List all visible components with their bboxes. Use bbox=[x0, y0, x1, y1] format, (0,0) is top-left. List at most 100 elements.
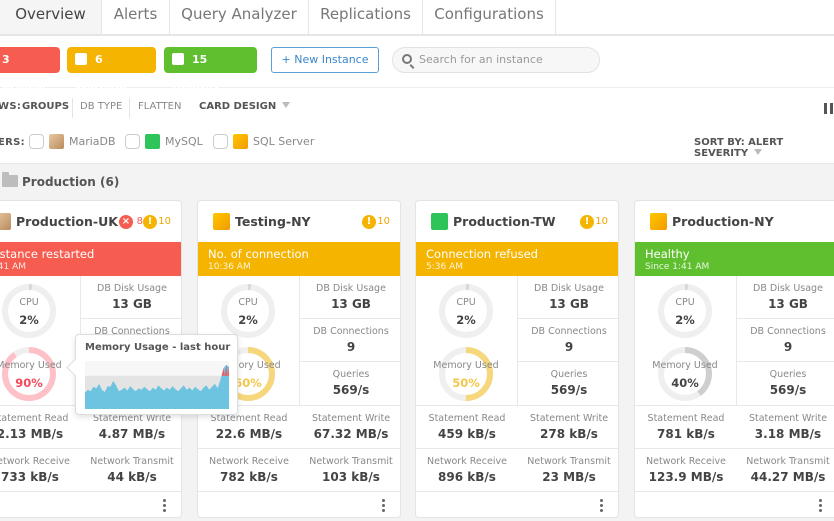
tab-replications[interactable]: Replications bbox=[309, 0, 423, 34]
cpu-gauge[interactable]: CPU 2% bbox=[649, 281, 721, 341]
alert-title: Instance restarted bbox=[0, 247, 95, 261]
metric-value: 123.9 MB/s bbox=[648, 470, 724, 484]
disk-usage-metric: DB Disk Usage 13 GB bbox=[518, 276, 618, 319]
memory-usage-tooltip: Memory Usage - last hour bbox=[75, 334, 238, 415]
view-option-groups[interactable]: GROUPS bbox=[22, 101, 69, 112]
cpu-label: CPU bbox=[19, 297, 39, 308]
queries-metric: Queries 569/s bbox=[518, 362, 618, 405]
alert-title: No. of connection bbox=[208, 247, 309, 261]
tab-configurations[interactable]: Configurations bbox=[423, 0, 556, 34]
network-metrics-row: Network Receive 896 kB/s Network Transmi… bbox=[416, 448, 618, 491]
metric-value: 9 bbox=[346, 340, 356, 354]
memory-donut-arc bbox=[2, 347, 56, 401]
metric-value: 569/s bbox=[550, 383, 588, 397]
cpu-value: 2% bbox=[19, 313, 39, 327]
cpu-gauge[interactable]: CPU 2% bbox=[0, 281, 65, 341]
alert-time: 10:36 AM bbox=[208, 262, 251, 272]
instance-name[interactable]: Production-TW bbox=[453, 214, 556, 229]
tab-overview[interactable]: Overview bbox=[0, 0, 102, 34]
divider bbox=[72, 98, 73, 118]
metric-value: 733 kB/s bbox=[1, 470, 59, 484]
network-receive-metric: Network Receive 896 kB/s bbox=[416, 449, 518, 492]
metric-label: Queries bbox=[550, 369, 588, 380]
memory-value: 90% bbox=[15, 376, 43, 390]
card-design-dropdown[interactable]: CARD DESIGN bbox=[199, 101, 291, 112]
metric-value: 3.18 MB/s bbox=[754, 427, 822, 441]
metric-label: Statement Read bbox=[0, 413, 69, 424]
metric-value: 103 kB/s bbox=[322, 470, 380, 484]
search-input[interactable]: Search for an instance bbox=[392, 47, 600, 73]
metric-label: Statement Write bbox=[311, 413, 391, 424]
memory-label: Memory Used bbox=[433, 360, 499, 371]
cpu-label: CPU bbox=[675, 297, 695, 308]
cpu-label: CPU bbox=[456, 297, 476, 308]
more-options-icon[interactable] bbox=[163, 499, 167, 513]
cpu-value: 2% bbox=[675, 313, 695, 327]
alert-banner[interactable]: Healthy Since 1:41 AM bbox=[635, 242, 834, 276]
memory-gauge[interactable]: Memory Used 50% bbox=[430, 344, 502, 404]
memory-gauge[interactable]: Memory Used 40% bbox=[649, 344, 721, 404]
cpu-gauge[interactable]: CPU 2% bbox=[430, 281, 502, 341]
filter-checkbox-mariadb[interactable] bbox=[29, 134, 44, 149]
new-instance-button[interactable]: + New Instance bbox=[271, 47, 379, 73]
statement-write-metric: Statement Write 67.32 MB/s bbox=[300, 406, 400, 449]
healthy-checkbox[interactable] bbox=[172, 53, 184, 65]
gauges-column: CPU 2% Memory Used 40% bbox=[635, 276, 737, 405]
more-options-icon[interactable] bbox=[819, 499, 823, 513]
card-header: Production-UK × 8! 10 bbox=[0, 201, 181, 242]
warning-alert-icon: ! bbox=[580, 215, 594, 229]
statement-metrics-row: Statement Read 459 kB/s Statement Write … bbox=[416, 405, 618, 448]
memory-gauge[interactable]: Memory Used 90% bbox=[0, 344, 65, 404]
metric-label: Network Transmit bbox=[309, 456, 393, 467]
card-header: Production-NY bbox=[635, 201, 834, 242]
warning-checkbox[interactable] bbox=[75, 53, 87, 65]
metric-label: Network Receive bbox=[0, 456, 70, 467]
tab-query-analyzer[interactable]: Query Analyzer bbox=[170, 0, 309, 34]
instance-card[interactable]: Production-TW ! 10 Connection refused 5:… bbox=[415, 200, 619, 518]
metric-value: 44.27 MB/s bbox=[750, 470, 826, 484]
group-title: Production (6) bbox=[22, 175, 120, 189]
tab-alerts[interactable]: Alerts bbox=[102, 0, 170, 34]
metric-value: 459 kB/s bbox=[438, 427, 496, 441]
alert-banner[interactable]: Instance restarted 1:41 AM bbox=[0, 242, 181, 276]
metric-label: DB Connections bbox=[313, 326, 389, 337]
memory-value: 40% bbox=[671, 376, 699, 390]
search-placeholder: Search for an instance bbox=[419, 53, 543, 66]
instance-card[interactable]: Production-NY Healthy Since 1:41 AM CPU … bbox=[634, 200, 834, 518]
warning-alert-count: 10 bbox=[595, 216, 608, 227]
pause-icon[interactable] bbox=[824, 103, 834, 114]
instance-name[interactable]: Testing-NY bbox=[235, 214, 311, 229]
network-transmit-metric: Network Transmit 103 kB/s bbox=[300, 449, 400, 492]
alert-banner[interactable]: No. of connection 10:36 AM bbox=[198, 242, 400, 276]
cpu-gauge[interactable]: CPU 2% bbox=[212, 281, 284, 341]
metric-label: Network Receive bbox=[209, 456, 289, 467]
status-toolbar: 3 Critical 6 Warning 15 Healthy + New In… bbox=[0, 36, 834, 92]
healthy-filter-chip[interactable]: 15 Healthy bbox=[164, 47, 257, 92]
view-option-flatten[interactable]: FLATTEN bbox=[138, 101, 181, 112]
alert-banner[interactable]: Connection refused 5:36 AM bbox=[416, 242, 618, 276]
sort-dropdown[interactable]: SORT BY: ALERT SEVERITY bbox=[694, 137, 834, 159]
filter-label-mysql: MySQL bbox=[165, 135, 203, 148]
metric-label: DB Connections bbox=[750, 326, 826, 337]
filter-checkbox-mysql[interactable] bbox=[125, 134, 140, 149]
critical-filter-chip[interactable]: 3 Critical bbox=[0, 47, 60, 92]
cpu-donut-track bbox=[439, 284, 493, 338]
instance-name[interactable]: Production-NY bbox=[672, 214, 774, 229]
view-option-db-type[interactable]: DB TYPE bbox=[80, 101, 122, 112]
instance-name[interactable]: Production-UK bbox=[16, 214, 118, 229]
alert-title: Healthy bbox=[645, 247, 690, 261]
divider bbox=[129, 98, 130, 118]
network-receive-metric: Network Receive 123.9 MB/s bbox=[635, 449, 737, 492]
disk-usage-metric: DB Disk Usage 13 GB bbox=[300, 276, 400, 319]
metric-value: 13 GB bbox=[112, 297, 152, 311]
metric-label: Statement Read bbox=[647, 413, 725, 424]
gauges-column: CPU 2% Memory Used 90% bbox=[0, 276, 81, 405]
more-options-icon[interactable] bbox=[382, 499, 386, 513]
metric-label: Statement Write bbox=[748, 413, 828, 424]
cpu-donut-track bbox=[658, 284, 712, 338]
statement-write-metric: Statement Write 3.18 MB/s bbox=[737, 406, 834, 449]
metric-value: 569/s bbox=[769, 383, 807, 397]
warning-filter-chip[interactable]: 6 Warning bbox=[67, 47, 156, 92]
more-options-icon[interactable] bbox=[600, 499, 604, 513]
filter-checkbox-sql-server[interactable] bbox=[213, 134, 228, 149]
